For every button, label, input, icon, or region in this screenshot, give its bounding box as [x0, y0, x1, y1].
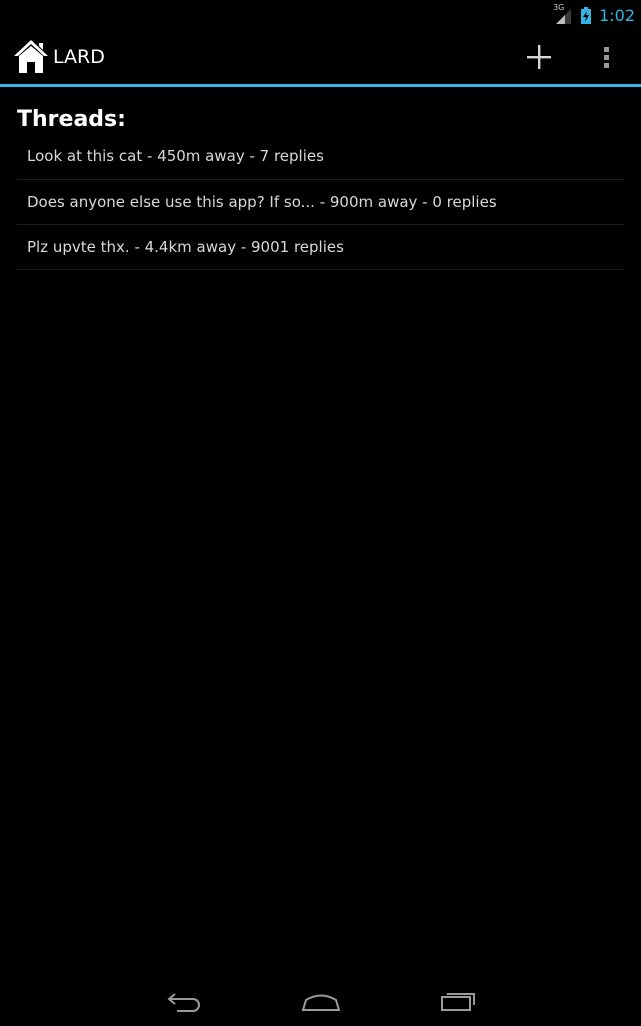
thread-item[interactable]: Look at this cat - 450m away - 7 replies — [17, 135, 624, 180]
overflow-menu-button[interactable] — [590, 36, 624, 78]
home-icon — [301, 994, 341, 1011]
add-icon — [527, 45, 551, 69]
app-home-icon[interactable] — [13, 38, 49, 74]
navigation-bar — [0, 974, 641, 1026]
app-title: LARD — [53, 46, 105, 68]
thread-item[interactable]: Does anyone else use this app? If so... … — [17, 180, 624, 225]
status-bar: 3G 1:02 — [0, 0, 641, 30]
status-clock: 1:02 — [599, 5, 635, 25]
nav-back-button[interactable] — [145, 974, 225, 1026]
status-icons: 3G 1:02 — [553, 3, 635, 26]
action-bar-divider — [0, 84, 641, 87]
nav-recent-apps-button[interactable] — [417, 974, 497, 1026]
overflow-menu-icon — [604, 47, 609, 68]
action-bar: LARD — [0, 30, 641, 84]
signal-icon: 3G — [553, 3, 573, 25]
main-content: Threads: Look at this cat - 450m away - … — [17, 105, 624, 270]
recent-apps-icon — [441, 993, 475, 1011]
add-thread-button[interactable] — [514, 36, 564, 78]
thread-list: Look at this cat - 450m away - 7 replies… — [17, 135, 624, 270]
battery-charging-icon — [581, 6, 592, 24]
back-icon — [167, 993, 200, 1012]
threads-heading: Threads: — [17, 107, 126, 132]
thread-item[interactable]: Plz upvte thx. - 4.4km away - 9001 repli… — [17, 225, 624, 270]
nav-home-button[interactable] — [281, 974, 361, 1026]
